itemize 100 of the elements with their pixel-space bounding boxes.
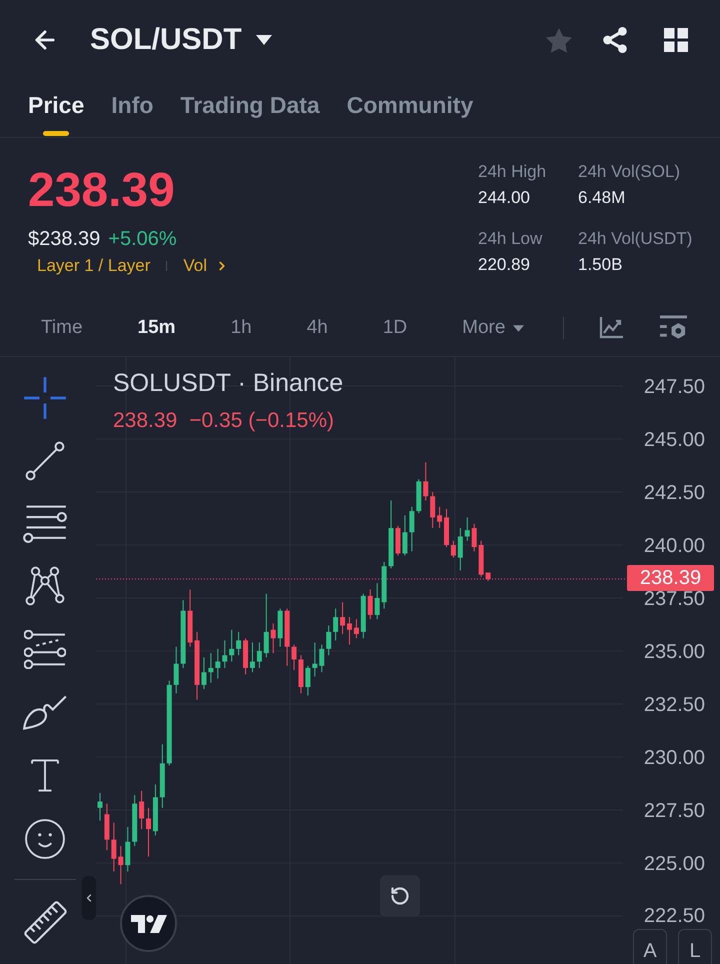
rising-candle: [312, 642, 318, 677]
falling-candle: [472, 523, 477, 552]
price-axis-label: 240.00: [644, 538, 705, 554]
falling-candle: [139, 790, 144, 830]
scale-button[interactable]: L: [678, 929, 712, 964]
star-icon[interactable]: [546, 28, 572, 52]
interval-tab[interactable]: 1D: [382, 316, 408, 340]
caret-down-icon: [256, 35, 272, 45]
interval-tab[interactable]: Time: [41, 316, 83, 340]
falling-candle: [450, 540, 456, 558]
falling-candle: [270, 622, 276, 654]
more-dropdown[interactable]: More: [462, 316, 524, 340]
rising-candle: [180, 600, 186, 668]
legend-price: 238.39: [113, 409, 178, 433]
falling-candle: [194, 631, 200, 700]
price-axis-label: 245.00: [644, 432, 705, 448]
falling-candle: [430, 492, 436, 529]
interval-tab[interactable]: 15m: [138, 316, 176, 340]
rising-candle: [264, 593, 269, 658]
rising-candle: [250, 642, 255, 673]
rising-candle: [160, 744, 165, 808]
rising-candle: [174, 646, 179, 694]
connected-nodes-icon[interactable]: [25, 566, 65, 607]
falling-candle: [243, 638, 248, 675]
rising-candle: [409, 506, 414, 552]
rising-candle: [402, 514, 408, 556]
fiat-price: $238.39: [28, 228, 100, 250]
price-axis-label: 227.50: [644, 802, 705, 818]
falling-candle: [284, 608, 290, 666]
falling-candle: [437, 506, 442, 529]
last-price-tag: 238.39: [627, 565, 714, 591]
rising-candle: [388, 500, 394, 569]
pair-selector[interactable]: SOL/USDT: [90, 22, 272, 58]
price-axis-label: 247.50: [644, 378, 705, 394]
stat-label: 24h Vol(SOL): [578, 161, 682, 183]
rising-candle: [125, 826, 130, 872]
rising-candle: [416, 478, 422, 514]
interval-tab[interactable]: 4h: [306, 316, 328, 340]
falling-candle: [111, 822, 116, 872]
category-link[interactable]: Layer 1 / Layer: [37, 256, 150, 276]
falling-candle: [396, 525, 400, 556]
tab[interactable]: Community: [346, 80, 474, 137]
line-chart-icon[interactable]: [599, 317, 623, 339]
rising-candle: [208, 652, 214, 684]
brush-icon[interactable]: [23, 695, 67, 730]
line-segment-icon[interactable]: [25, 440, 65, 480]
price-axis-label: 230.00: [644, 750, 705, 766]
tab[interactable]: Info: [111, 80, 154, 137]
price-axis-label: 222.50: [644, 908, 705, 924]
rising-candle: [278, 608, 283, 648]
price-change: +5.06%: [108, 228, 177, 250]
price-axis-label: 235.00: [644, 644, 705, 660]
falling-candle: [486, 572, 491, 582]
rising-candle: [360, 593, 366, 639]
grid-icon[interactable]: [664, 28, 688, 52]
ruler-icon[interactable]: [24, 900, 66, 944]
falling-candle: [423, 462, 428, 501]
rising-candle: [464, 516, 470, 542]
falling-candle: [118, 846, 124, 885]
price-axis-label: 242.50: [644, 484, 705, 500]
logo-icon[interactable]: [120, 895, 177, 952]
rising-candle: [229, 629, 234, 662]
crosshair-icon[interactable]: [23, 376, 67, 420]
rising-candle: [201, 656, 206, 690]
falling-candle: [188, 589, 193, 648]
rising-candle: [305, 665, 310, 696]
stat-label: 24h Vol(USDT): [578, 228, 692, 250]
dotted-lines-icon[interactable]: [24, 630, 66, 669]
volume-link[interactable]: Vol: [183, 256, 230, 276]
rising-candle: [132, 794, 138, 847]
price-axis-label: 225.00: [644, 856, 705, 872]
stat-label: 24h High: [478, 161, 548, 183]
caret-down-icon: [513, 324, 524, 332]
stat-value: 1.50B: [578, 254, 624, 276]
rising-candle: [458, 528, 463, 571]
price-axis-label: 237.50: [644, 590, 705, 606]
rising-candle: [222, 640, 228, 668]
rising-candle: [333, 608, 338, 641]
falling-candle: [146, 807, 151, 858]
horizontal-lines-icon[interactable]: [23, 504, 67, 544]
rising-candle: [326, 625, 332, 656]
last-price: 238.39: [28, 166, 175, 216]
tab[interactable]: Price: [28, 80, 84, 137]
chart-settings-icon[interactable]: [660, 315, 687, 341]
interval-tab[interactable]: 1h: [230, 316, 252, 340]
rising-candle: [215, 648, 220, 680]
smiley-icon[interactable]: [25, 818, 65, 858]
rising-candle: [152, 784, 158, 836]
scale-button[interactable]: A: [633, 929, 667, 964]
rotate-arrow-icon: [390, 886, 410, 906]
rising-candle: [319, 644, 324, 673]
text-tool-icon[interactable]: [31, 759, 59, 792]
falling-candle: [478, 540, 484, 578]
stat-value: 220.89: [478, 254, 531, 276]
tab[interactable]: Trading Data: [180, 80, 320, 137]
reset-view-button[interactable]: [380, 875, 420, 917]
share-icon[interactable]: [603, 27, 627, 53]
rising-candle: [98, 792, 102, 822]
chart-symbol: SOLUSDT · Binance: [113, 369, 344, 397]
falling-candle: [444, 508, 449, 548]
